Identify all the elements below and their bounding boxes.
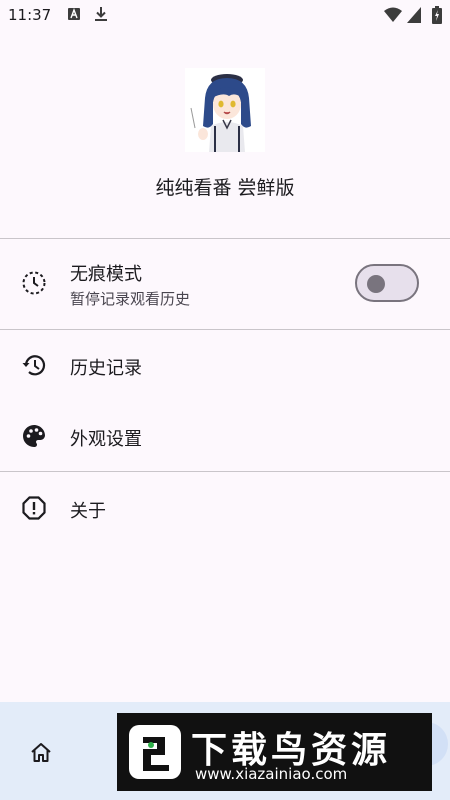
watermark-url: www.xiazainiao.com — [195, 765, 348, 783]
battery-icon — [432, 6, 442, 24]
menu-item-label: 外观设置 — [70, 429, 142, 450]
history-icon — [22, 355, 46, 376]
toggle-knob — [367, 275, 385, 293]
signal-icon — [407, 7, 421, 23]
palette-icon — [23, 425, 45, 447]
status-bar: 11:37 — [0, 0, 450, 32]
menu-item-label: 历史记录 — [70, 358, 142, 379]
home-icon[interactable] — [29, 741, 53, 765]
menu-item-about[interactable]: 关于 — [0, 472, 450, 544]
incognito-mode-subtitle: 暂停记录观看历史 — [70, 290, 191, 308]
incognito-mode-title: 无痕模式 — [70, 264, 142, 285]
bird-logo-icon — [129, 725, 181, 779]
menu-item-label: 关于 — [70, 501, 106, 522]
incognito-timer-icon — [22, 271, 46, 295]
anime-avatar-icon — [185, 68, 265, 152]
app-title: 纯纯看番 尝鲜版 — [155, 177, 295, 199]
a-notification-icon — [68, 8, 80, 20]
download-icon — [95, 7, 107, 21]
app-header: 纯纯看番 尝鲜版 — [0, 60, 450, 238]
avatar — [185, 68, 265, 152]
wifi-icon — [384, 7, 402, 22]
watermark-banner: 下载鸟资源 www.xiazainiao.com — [117, 713, 432, 791]
incognito-toggle[interactable] — [355, 264, 419, 302]
menu-item-appearance[interactable]: 外观设置 — [0, 400, 450, 470]
status-time: 11:37 — [8, 6, 52, 24]
info-octagon-icon — [22, 496, 46, 520]
divider — [0, 238, 450, 239]
menu-item-history[interactable]: 历史记录 — [0, 330, 450, 400]
